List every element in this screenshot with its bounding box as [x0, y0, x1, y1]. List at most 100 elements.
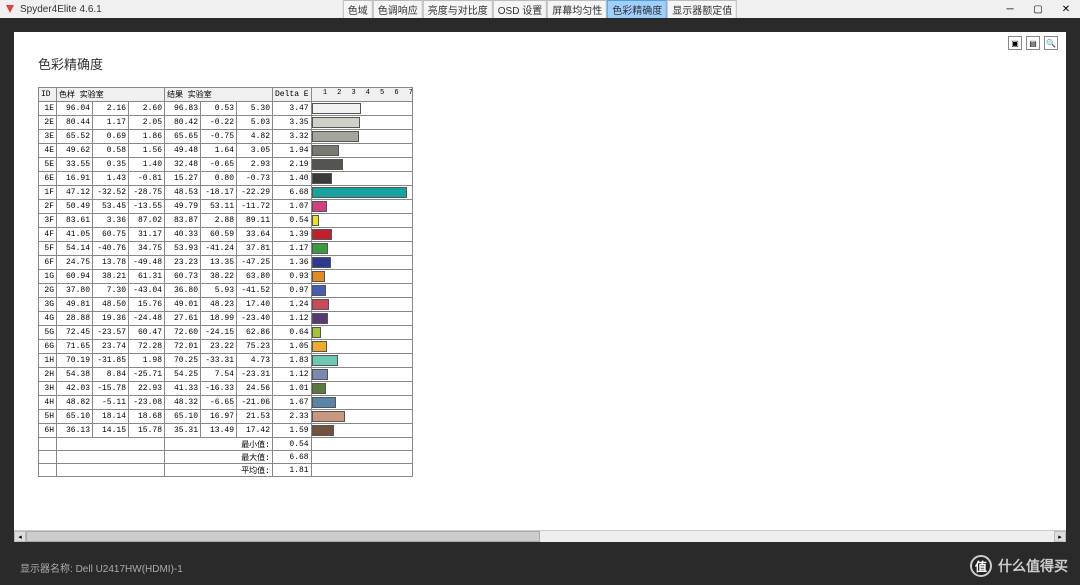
cell-result: 89.11	[237, 214, 273, 228]
delta-bar	[312, 145, 340, 156]
delta-bar	[312, 117, 360, 128]
cell-delta: 1.12	[273, 312, 312, 326]
delta-bar	[312, 201, 327, 212]
cell-delta: 2.19	[273, 158, 312, 172]
cell-sample: 2.05	[129, 116, 165, 130]
cell-sample: -31.85	[93, 354, 129, 368]
cell-sample: 14.15	[93, 424, 129, 438]
cell-sample: 0.69	[93, 130, 129, 144]
scroll-track[interactable]	[26, 531, 1054, 542]
cell-id: 4H	[39, 396, 57, 410]
table-row: 6H36.1314.1515.7835.3113.4917.421.59	[39, 424, 413, 438]
delta-bar	[312, 341, 327, 352]
cell-id: 2E	[39, 116, 57, 130]
tab-4[interactable]: 屏幕均匀性	[547, 0, 607, 19]
tool-icon-2[interactable]: ▤	[1026, 36, 1040, 50]
tab-1[interactable]: 色调响应	[373, 0, 423, 19]
delta-bar	[312, 313, 328, 324]
cell-delta: 1.01	[273, 382, 312, 396]
close-button[interactable]: ✕	[1052, 0, 1080, 18]
cell-sample: 72.45	[57, 326, 93, 340]
header-bar-axis: 1234567	[311, 88, 412, 102]
cell-bar	[311, 340, 412, 354]
tab-3[interactable]: OSD 设置	[493, 0, 547, 19]
delta-bar	[312, 187, 407, 198]
table-row: 6G71.6523.7472.2872.0123.2275.231.05	[39, 340, 413, 354]
cell-sample: -5.11	[93, 396, 129, 410]
cell-id: 5H	[39, 410, 57, 424]
cell-bar	[311, 116, 412, 130]
cell-result: 21.53	[237, 410, 273, 424]
zoom-icon[interactable]: 🔍	[1044, 36, 1058, 50]
delta-bar	[312, 215, 320, 226]
cell-delta: 0.93	[273, 270, 312, 284]
cell-sample: 1.86	[129, 130, 165, 144]
cell-result: 96.83	[165, 102, 201, 116]
minimize-button[interactable]: ─	[996, 0, 1024, 18]
cell-bar	[311, 298, 412, 312]
delta-bar	[312, 411, 345, 422]
cell-delta: 0.97	[273, 284, 312, 298]
tab-0[interactable]: 色域	[343, 0, 373, 19]
scroll-right-button[interactable]: ▸	[1054, 531, 1066, 542]
cell-sample: 18.14	[93, 410, 129, 424]
cell-result: 75.23	[237, 340, 273, 354]
tab-2[interactable]: 亮度与对比度	[423, 0, 493, 19]
cell-result: 32.48	[165, 158, 201, 172]
delta-bar	[312, 173, 332, 184]
cell-delta: 1.17	[273, 242, 312, 256]
cell-sample: 48.82	[57, 396, 93, 410]
cell-sample: 1.17	[93, 116, 129, 130]
cell-bar	[311, 158, 412, 172]
axis-tick: 5	[380, 89, 384, 97]
cell-delta: 1.24	[273, 298, 312, 312]
cell-sample: 80.44	[57, 116, 93, 130]
cell-result: 3.05	[237, 144, 273, 158]
cell-result: 5.03	[237, 116, 273, 130]
table-row: 1G60.9438.2161.3160.7338.2263.800.93	[39, 270, 413, 284]
cell-delta: 3.47	[273, 102, 312, 116]
cell-bar	[311, 200, 412, 214]
cell-result: -18.17	[201, 186, 237, 200]
cell-result: 0.80	[201, 172, 237, 186]
cell-result: 16.97	[201, 410, 237, 424]
panel-tools: ▣ ▤ 🔍	[1008, 36, 1058, 50]
tab-6[interactable]: 显示器额定值	[667, 0, 737, 19]
cell-sample: 87.02	[129, 214, 165, 228]
cell-bar	[311, 186, 412, 200]
delta-bar	[312, 299, 330, 310]
cell-result: 83.87	[165, 214, 201, 228]
scroll-thumb[interactable]	[26, 531, 540, 542]
cell-sample: 54.14	[57, 242, 93, 256]
axis-tick: 2	[337, 89, 341, 97]
scroll-left-button[interactable]: ◂	[14, 531, 26, 542]
cell-delta: 1.40	[273, 172, 312, 186]
table-row: 1H70.19-31.851.9870.25-33.314.731.83	[39, 354, 413, 368]
cell-sample: 2.16	[93, 102, 129, 116]
delta-bar	[312, 383, 326, 394]
maximize-button[interactable]: ▢	[1024, 0, 1052, 18]
cell-sample: 61.31	[129, 270, 165, 284]
cell-result: -6.65	[201, 396, 237, 410]
cell-sample: 41.05	[57, 228, 93, 242]
cell-result: 48.53	[165, 186, 201, 200]
cell-sample: 36.13	[57, 424, 93, 438]
header-id: ID	[39, 88, 57, 102]
cell-result: 5.93	[201, 284, 237, 298]
delta-bar	[312, 425, 335, 436]
watermark: 值 什么值得买	[970, 555, 1068, 577]
tool-icon-1[interactable]: ▣	[1008, 36, 1022, 50]
footer-label: 显示器名称:	[20, 564, 73, 575]
delta-bar	[312, 327, 321, 338]
cell-bar	[311, 410, 412, 424]
delta-bar	[312, 285, 326, 296]
cell-sample: 83.61	[57, 214, 93, 228]
tab-5[interactable]: 色彩精确度	[607, 0, 667, 19]
table-row: 5E33.550.351.4032.48-0.652.932.19	[39, 158, 413, 172]
horizontal-scrollbar[interactable]: ◂ ▸	[14, 530, 1066, 542]
cell-delta: 3.35	[273, 116, 312, 130]
cell-id: 2F	[39, 200, 57, 214]
cell-result: -33.31	[201, 354, 237, 368]
cell-id: 4F	[39, 228, 57, 242]
delta-bar	[312, 257, 331, 268]
